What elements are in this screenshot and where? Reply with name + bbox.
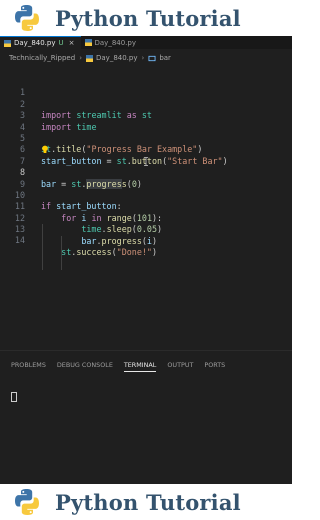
- code-line-current: 8 bar = st.progress(0): [0, 156, 292, 189]
- tab-day-840-active[interactable]: Day_840.py U ×: [0, 36, 81, 49]
- panel-divider: [0, 350, 292, 351]
- code-line: 4: [0, 110, 292, 132]
- code-line: 13 bar.progress(i): [0, 213, 292, 245]
- tab-day-840-preview[interactable]: Day_840.py: [81, 36, 143, 49]
- breadcrumb-symbol[interactable]: bar: [159, 54, 171, 62]
- tab-output[interactable]: OUTPUT: [167, 358, 193, 372]
- python-file-icon: [86, 54, 93, 62]
- python-logo-icon: [9, 0, 45, 36]
- editor-tab-bar: Day_840.py U × Day_840.py: [0, 36, 292, 49]
- untracked-badge: U: [58, 39, 64, 47]
- banner-title: Python Tutorial: [55, 489, 241, 515]
- tab-problems[interactable]: PROBLEMS: [11, 358, 46, 372]
- tab-label: Day_840.py: [14, 39, 56, 47]
- python-logo-icon: [9, 484, 45, 520]
- bottom-banner: Python Tutorial: [0, 484, 292, 520]
- terminal-cursor[interactable]: [11, 392, 17, 402]
- code-editor: Day_840.py U × Day_840.py Technically_Ri…: [0, 36, 292, 484]
- line-number: 14: [14, 235, 25, 246]
- breadcrumb-separator: ›: [141, 54, 145, 62]
- tab-label: Day_840.py: [94, 38, 137, 47]
- code-line: 5 st.title("Progress Bar Example"): [0, 122, 292, 154]
- text-cursor-icon: [144, 156, 148, 166]
- tab-debug-console[interactable]: DEBUG CONSOLE: [57, 358, 113, 372]
- breadcrumb-folder[interactable]: Technically_Ripped: [9, 54, 75, 62]
- code-line: 11 for i in range(101):: [0, 190, 292, 222]
- breadcrumb-separator: ›: [79, 54, 82, 62]
- breadcrumb-file[interactable]: Day_840.py: [96, 54, 138, 62]
- code-line: 3 import time: [0, 99, 292, 131]
- python-file-icon: [4, 39, 11, 47]
- panel-tab-bar: PROBLEMS DEBUG CONSOLE TERMINAL OUTPUT P…: [0, 358, 292, 372]
- banner-title: Python Tutorial: [55, 5, 241, 31]
- python-file-icon: [84, 39, 92, 46]
- code-line: 2 import streamlit as st: [0, 87, 292, 120]
- code-line: 10 if start_button:: [0, 179, 292, 211]
- lightbulb-icon[interactable]: [41, 145, 49, 154]
- top-banner: Python Tutorial: [0, 0, 292, 36]
- code-line: 7: [0, 144, 292, 166]
- tab-terminal[interactable]: TERMINAL: [123, 358, 156, 372]
- code-area[interactable]: 1 2 import streamlit as st 3 import time…: [0, 76, 292, 270]
- variable-symbol-icon: [148, 55, 156, 61]
- breadcrumb: Technically_Ripped › Day_840.py › bar: [0, 52, 292, 64]
- code-line: 12 time.sleep(0.05): [0, 201, 292, 234]
- code-line: 6 start_button = st.button("Start Bar"): [0, 133, 292, 165]
- code-line: 1: [0, 76, 292, 97]
- close-tab-icon[interactable]: ×: [69, 39, 75, 47]
- code-line: 14 st.success("Done!"): [0, 224, 292, 256]
- tab-ports[interactable]: PORTS: [204, 358, 225, 372]
- code-line: 9: [0, 167, 292, 189]
